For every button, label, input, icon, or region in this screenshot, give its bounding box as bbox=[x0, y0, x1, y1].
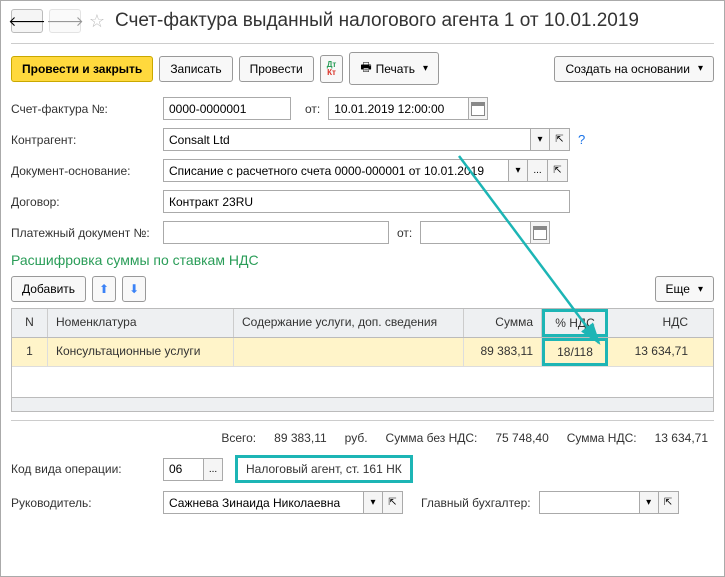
manager-input[interactable] bbox=[163, 491, 363, 514]
no-vat-value: 75 748,40 bbox=[495, 431, 548, 445]
op-code-select[interactable]: ... bbox=[203, 458, 223, 481]
date-input[interactable] bbox=[328, 97, 468, 120]
th-nds: НДС bbox=[608, 309, 696, 337]
cell-nomenclature: Консультационные услуги bbox=[48, 338, 234, 366]
counterparty-input[interactable] bbox=[163, 128, 530, 151]
from-label: от: bbox=[305, 102, 320, 116]
op-code-desc: Налоговый агент, ст. 161 НК bbox=[235, 455, 413, 483]
calendar-icon bbox=[471, 102, 485, 116]
currency: руб. bbox=[345, 431, 368, 445]
cell-content bbox=[234, 338, 464, 366]
table-header: N Номенклатура Содержание услуги, доп. с… bbox=[12, 309, 713, 338]
th-vat-pct: % НДС bbox=[542, 309, 608, 337]
vat-label: Сумма НДС: bbox=[567, 431, 637, 445]
section-title: Расшифровка суммы по ставкам НДС bbox=[11, 252, 714, 268]
basis-doc-dropdown[interactable]: ▾ bbox=[508, 159, 528, 182]
open-icon: ⇱ bbox=[555, 134, 563, 145]
table-blank bbox=[12, 367, 713, 397]
post-button[interactable]: Провести bbox=[239, 56, 314, 82]
more-button[interactable]: Еще bbox=[655, 276, 714, 302]
payment-doc-input[interactable] bbox=[163, 221, 389, 244]
op-code-input[interactable] bbox=[163, 458, 203, 481]
dtct-icon: ДтКт bbox=[327, 61, 337, 77]
payment-doc-label: Платежный документ №: bbox=[11, 226, 155, 240]
payment-from-label: от: bbox=[397, 226, 412, 240]
invoice-no-label: Счет-фактура №: bbox=[11, 102, 155, 116]
create-based-button[interactable]: Создать на основании bbox=[554, 56, 714, 82]
total-value: 89 383,11 bbox=[274, 431, 327, 445]
th-sum: Сумма bbox=[464, 309, 542, 337]
th-content: Содержание услуги, доп. сведения bbox=[234, 309, 464, 337]
calendar-icon bbox=[533, 226, 547, 240]
move-down-button[interactable]: ⬇ bbox=[122, 276, 146, 302]
calendar-button[interactable] bbox=[468, 97, 488, 120]
totals-row: Всего: 89 383,11 руб. Сумма без НДС: 75 … bbox=[11, 420, 714, 455]
counterparty-open[interactable]: ⇱ bbox=[550, 128, 570, 151]
accountant-open[interactable]: ⇱ bbox=[659, 491, 679, 514]
th-nomenclature: Номенклатура bbox=[48, 309, 234, 337]
add-row-button[interactable]: Добавить bbox=[11, 276, 86, 302]
manager-open[interactable]: ⇱ bbox=[383, 491, 403, 514]
dtct-button[interactable]: ДтКт bbox=[320, 55, 344, 83]
open-icon: ⇱ bbox=[553, 165, 561, 176]
accountant-input[interactable] bbox=[539, 491, 639, 514]
table-row[interactable]: 1 Консультационные услуги 89 383,11 18/1… bbox=[12, 338, 713, 367]
basis-doc-label: Документ-основание: bbox=[11, 164, 155, 178]
basis-doc-select[interactable]: ... bbox=[528, 159, 548, 182]
favorite-star-icon[interactable]: ☆ bbox=[87, 11, 107, 31]
total-label: Всего: bbox=[221, 431, 256, 445]
help-link[interactable]: ? bbox=[578, 132, 585, 147]
op-code-label: Код вида операции: bbox=[11, 462, 155, 476]
open-icon: ⇱ bbox=[664, 497, 672, 508]
manager-label: Руководитель: bbox=[11, 496, 155, 510]
cell-vat-pct: 18/118 bbox=[542, 338, 608, 366]
cell-sum: 89 383,11 bbox=[464, 338, 542, 366]
save-button[interactable]: Записать bbox=[159, 56, 232, 82]
open-icon: ⇱ bbox=[388, 497, 396, 508]
vat-table: N Номенклатура Содержание услуги, доп. с… bbox=[11, 308, 714, 412]
manager-dropdown[interactable]: ▾ bbox=[363, 491, 383, 514]
printer-icon: 🖶 bbox=[360, 58, 371, 79]
print-button[interactable]: 🖶 Печать bbox=[349, 52, 439, 85]
basis-doc-open[interactable]: ⇱ bbox=[548, 159, 568, 182]
payment-date-input[interactable] bbox=[420, 221, 530, 244]
nav-back[interactable]: 🡐 bbox=[11, 9, 43, 33]
accountant-label: Главный бухгалтер: bbox=[421, 496, 531, 510]
table-footer bbox=[12, 397, 713, 411]
page-title: Счет-фактура выданный налогового агента … bbox=[115, 10, 639, 32]
accountant-dropdown[interactable]: ▾ bbox=[639, 491, 659, 514]
nav-forward[interactable]: 🡒 bbox=[49, 9, 81, 33]
vat-value: 13 634,71 bbox=[655, 431, 708, 445]
cell-nds: 13 634,71 bbox=[608, 338, 696, 366]
move-up-button[interactable]: ⬆ bbox=[92, 276, 116, 302]
payment-calendar-button[interactable] bbox=[530, 221, 550, 244]
no-vat-label: Сумма без НДС: bbox=[386, 431, 478, 445]
contract-input[interactable] bbox=[163, 190, 570, 213]
cell-n: 1 bbox=[12, 338, 48, 366]
counterparty-label: Контрагент: bbox=[11, 133, 155, 147]
invoice-no-input[interactable] bbox=[163, 97, 291, 120]
counterparty-dropdown[interactable]: ▾ bbox=[530, 128, 550, 151]
contract-label: Договор: bbox=[11, 195, 155, 209]
basis-doc-input[interactable] bbox=[163, 159, 508, 182]
th-n: N bbox=[12, 309, 48, 337]
post-and-close-button[interactable]: Провести и закрыть bbox=[11, 56, 153, 82]
